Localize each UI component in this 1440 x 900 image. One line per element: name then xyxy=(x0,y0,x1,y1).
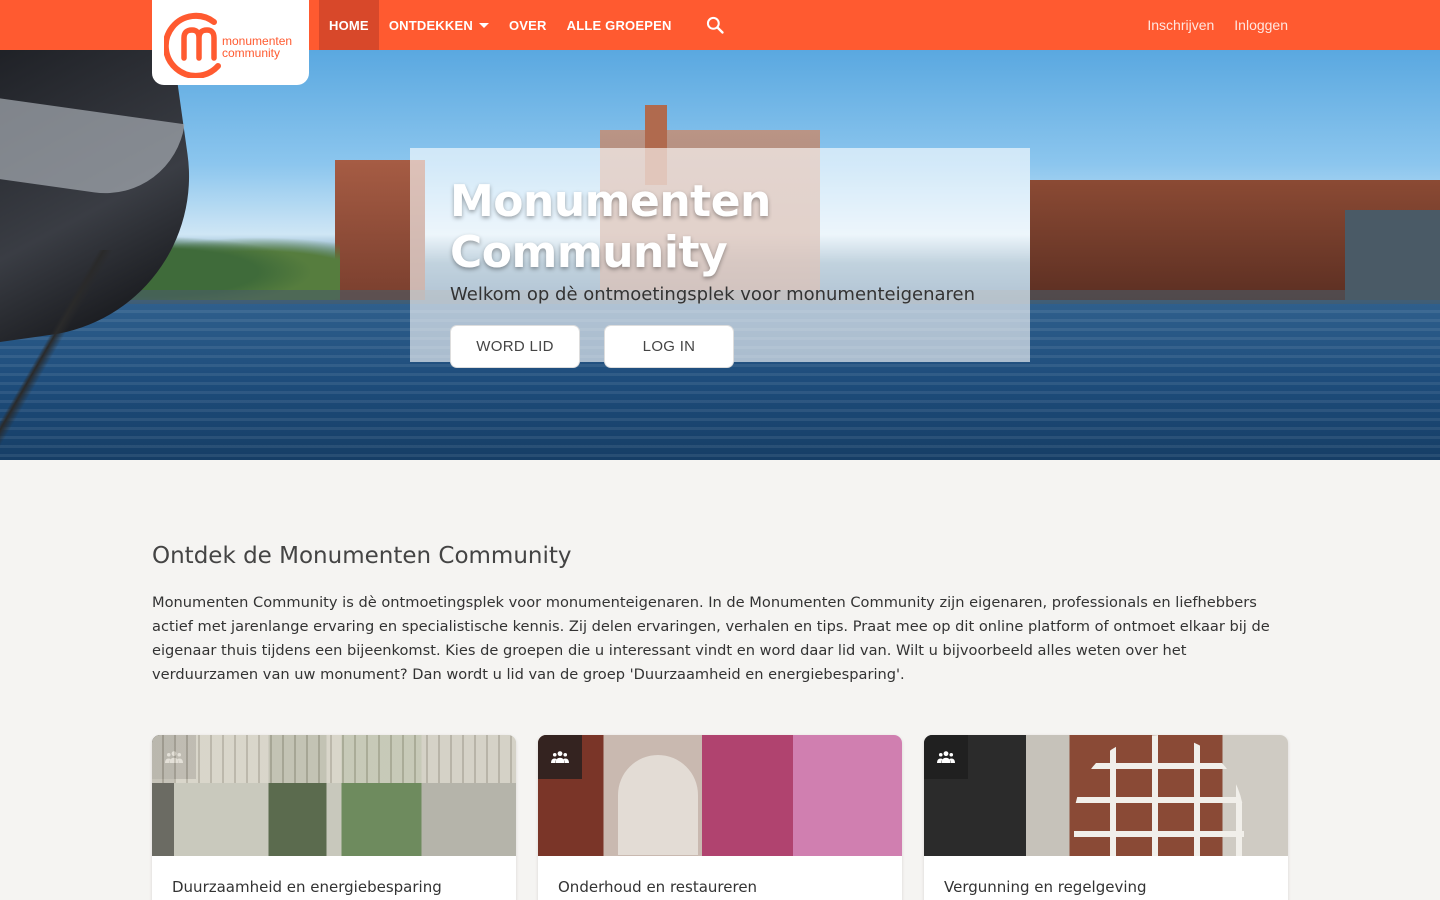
card-image xyxy=(152,735,516,856)
group-icon xyxy=(165,751,183,763)
search-icon xyxy=(706,16,724,34)
logo-mark-icon xyxy=(164,12,221,78)
nav-item-alle-groepen[interactable]: ALLE GROEPEN xyxy=(557,0,682,50)
register-link[interactable]: Inschrijven xyxy=(1147,17,1214,33)
hero-banner: Monumenten Community Welkom op dè ontmoe… xyxy=(0,50,1440,460)
group-card-vergunning[interactable]: Vergunning en regelgeving xyxy=(924,735,1288,900)
group-cards: Duurzaamheid en energiebesparing Onderho… xyxy=(152,735,1288,900)
card-image xyxy=(924,735,1288,856)
logo[interactable]: monumenten community xyxy=(152,0,309,85)
hero-card: Monumenten Community Welkom op dè ontmoe… xyxy=(410,148,1030,368)
auth-links: Inschrijven Inloggen xyxy=(1147,0,1288,50)
nav-item-ontdekken-label: ONTDEKKEN xyxy=(388,17,473,33)
hero-bg-building-far-right xyxy=(1345,210,1440,300)
join-button[interactable]: WORD LID xyxy=(450,325,580,368)
card-badge xyxy=(924,735,968,779)
logo-text: monumenten community xyxy=(222,35,292,59)
main-nav: HOME ONTDEKKEN OVER ALLE GROEPEN xyxy=(319,0,740,50)
nav-item-over[interactable]: OVER xyxy=(499,0,557,50)
hero-buttons: WORD LID LOG IN xyxy=(450,325,990,368)
intro-text: Monumenten Community is dè ontmoetingspl… xyxy=(152,594,1270,683)
hero-subtitle: Welkom op dè ontmoetingsplek voor monume… xyxy=(450,284,976,305)
hero-title: Monumenten Community xyxy=(450,176,771,278)
section-title: Ontdek de Monumenten Community xyxy=(152,543,572,569)
group-card-duurzaamheid[interactable]: Duurzaamheid en energiebesparing xyxy=(152,735,516,900)
nav-item-ontdekken[interactable]: ONTDEKKEN xyxy=(379,0,499,50)
group-icon xyxy=(937,751,955,763)
card-title: Vergunning en regelgeving xyxy=(944,878,1147,896)
search-button[interactable] xyxy=(690,0,740,50)
hero-bg-rope xyxy=(0,250,120,460)
login-link[interactable]: Inloggen xyxy=(1234,17,1288,33)
group-card-onderhoud[interactable]: Onderhoud en restaureren xyxy=(538,735,902,900)
login-button[interactable]: LOG IN xyxy=(604,325,734,368)
logo-text-line2: community xyxy=(222,45,281,60)
nav-item-home[interactable]: HOME xyxy=(319,0,379,50)
group-icon xyxy=(551,751,569,763)
card-badge xyxy=(538,735,582,779)
card-image xyxy=(538,735,902,856)
caret-down-icon xyxy=(478,22,489,28)
logo-text-line1: monumenten xyxy=(222,33,293,48)
card-title: Duurzaamheid en energiebesparing xyxy=(172,878,442,896)
card-title: Onderhoud en restaureren xyxy=(558,878,758,896)
card-badge xyxy=(152,735,196,779)
